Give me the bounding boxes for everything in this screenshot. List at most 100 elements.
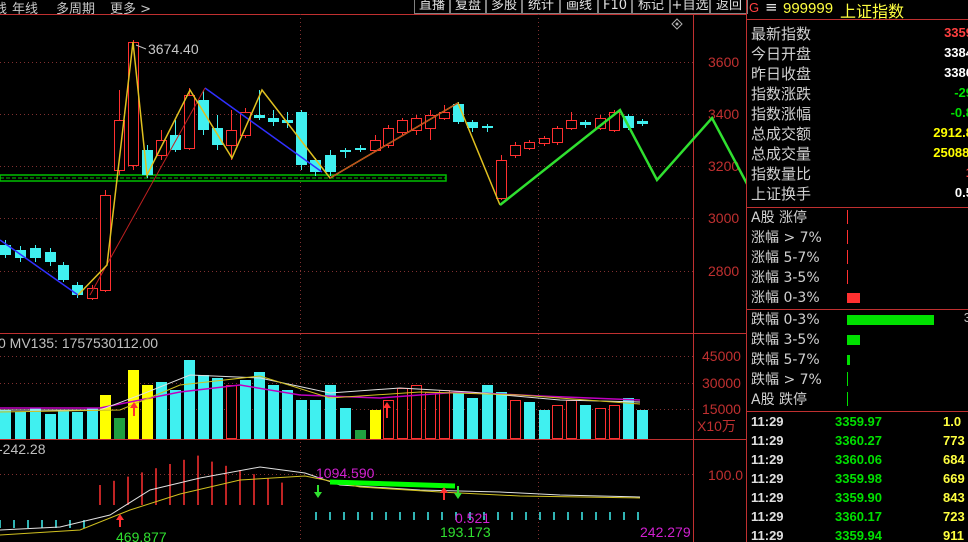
distribution-bar	[847, 392, 848, 406]
quote-row: 指数涨幅 -0.8	[751, 103, 968, 123]
tick-time: 11:29	[751, 452, 784, 467]
quote-code: 999999	[783, 0, 834, 17]
quote-row-label: 指数涨幅	[751, 105, 812, 123]
distribution-row: 涨幅 3-5%	[751, 267, 968, 287]
quote-row-label: 昨日收盘	[751, 65, 812, 83]
quote-row-label: 总成交额	[751, 125, 812, 143]
distribution-label: A股 涨停	[751, 210, 808, 226]
candlestick	[637, 119, 648, 126]
tick-price: 3360.06	[835, 452, 882, 467]
quote-row: 上证换手 0.5	[751, 183, 968, 203]
menu-icon[interactable]: ≡	[765, 0, 778, 16]
tick-time: 11:29	[751, 509, 784, 524]
tick-volume: 843	[943, 490, 965, 505]
tick-row: 11:29 3360.27 773	[747, 432, 968, 451]
candlestick	[482, 124, 493, 132]
quote-row-value: 25088.	[933, 145, 968, 160]
quote-row: 总成交额 2912.8	[751, 123, 968, 143]
quote-header: G ≡ 999999 上证指数	[747, 0, 968, 21]
distribution-bar	[847, 230, 848, 244]
kline-chart[interactable]: 3600 3400 3200 3000 2800 3674.40 0 MV135…	[0, 0, 746, 542]
distribution-row: 跌幅 > 7%	[751, 369, 968, 389]
volume-bar	[510, 400, 521, 439]
candlestick	[510, 142, 521, 158]
ind-tick-100: 100.0	[708, 467, 743, 483]
dea-line	[0, 475, 641, 536]
distribution-row: A股 涨停	[751, 207, 968, 227]
g-label: G	[749, 0, 760, 15]
tick-time: 11:29	[751, 414, 784, 429]
quote-row-value: -29	[954, 85, 968, 100]
distribution-label: 跌幅 5-7%	[751, 352, 820, 368]
quote-row-value: 3384	[944, 45, 968, 60]
distribution-label: A股 跌停	[751, 392, 808, 408]
quote-row-label: 指数量比	[751, 165, 812, 183]
distribution-label: 涨幅 3-5%	[751, 270, 820, 286]
candlestick	[268, 110, 279, 126]
tick-volume: 723	[943, 509, 965, 524]
volume-bar	[340, 408, 351, 439]
tick-price: 3360.17	[835, 509, 882, 524]
volume-bar	[72, 412, 83, 439]
tick-price: 3359.90	[835, 490, 882, 505]
y-tick-3600: 3600	[708, 54, 739, 70]
candlestick	[128, 40, 139, 170]
diamond-settings-icon[interactable]	[671, 18, 683, 30]
volume-bar	[240, 380, 251, 439]
distribution-bar	[847, 315, 934, 325]
quote-row-label: 指数涨跌	[751, 85, 812, 103]
volume-bar	[184, 360, 195, 439]
distribution-row: 跌幅 5-7%	[751, 349, 968, 369]
indicator-legend: -242.28	[0, 441, 46, 457]
high-label: 3674.40	[148, 41, 199, 57]
distribution-bar	[847, 355, 850, 365]
quote-panel: G ≡ 999999 上证指数 最新指数 3359 今日开盘 3384 昨日收盘 3386…	[746, 0, 968, 542]
distribution-label: 跌幅 0-3%	[751, 312, 820, 328]
candlestick	[212, 115, 223, 150]
candlestick	[496, 155, 507, 200]
tick-volume: 773	[943, 433, 965, 448]
distribution-label: 涨幅 5-7%	[751, 250, 820, 266]
vol-unit: X10万	[697, 418, 736, 434]
candlestick	[58, 262, 69, 282]
tick-volume: 684	[943, 452, 965, 467]
volume-bar	[156, 382, 167, 439]
volume-bar	[355, 430, 366, 439]
distribution-bar	[847, 210, 848, 224]
volume-bar	[310, 400, 321, 439]
volume-bar	[226, 385, 237, 439]
quote-row-value: 2912.8	[933, 125, 968, 140]
distribution-row: A股 跌停	[751, 389, 968, 409]
volume-bar	[566, 400, 577, 439]
tick-time: 11:29	[751, 433, 784, 448]
volume-bar	[114, 418, 125, 439]
candlestick	[45, 248, 56, 266]
distribution-row: 跌幅 3-5%	[751, 329, 968, 349]
candlestick	[580, 120, 591, 128]
tick-time: 11:29	[751, 471, 784, 486]
volume-bar	[100, 395, 111, 439]
distribution-count: 3	[964, 310, 968, 325]
distribution-bar	[847, 293, 860, 303]
tick-row: 11:29 3359.90 843	[747, 489, 968, 508]
candlestick	[30, 245, 41, 262]
quote-row: 昨日收盘 3386	[751, 63, 968, 83]
distribution-row: 涨幅 5-7%	[751, 247, 968, 267]
volume-bar	[595, 408, 606, 439]
quote-row-label: 上证换手	[751, 185, 812, 203]
y-tick-2800: 2800	[708, 263, 739, 279]
signal-arrows-icon	[116, 485, 462, 527]
volume-bar	[524, 402, 535, 439]
candlestick	[87, 285, 98, 300]
volume-bar	[425, 392, 436, 439]
quote-row-label: 今日开盘	[751, 45, 812, 63]
tick-row: 11:29 3359.97 1.0	[747, 413, 968, 432]
quote-row: 今日开盘 3384	[751, 43, 968, 63]
quote-row-value: 3359	[944, 25, 968, 40]
volume-bar	[268, 385, 279, 439]
candlestick	[552, 126, 563, 145]
tick-price: 3359.97	[835, 414, 882, 429]
distribution-bar	[847, 270, 848, 284]
candlestick	[524, 140, 535, 150]
ind-label-1094: 1094.590	[316, 465, 375, 481]
